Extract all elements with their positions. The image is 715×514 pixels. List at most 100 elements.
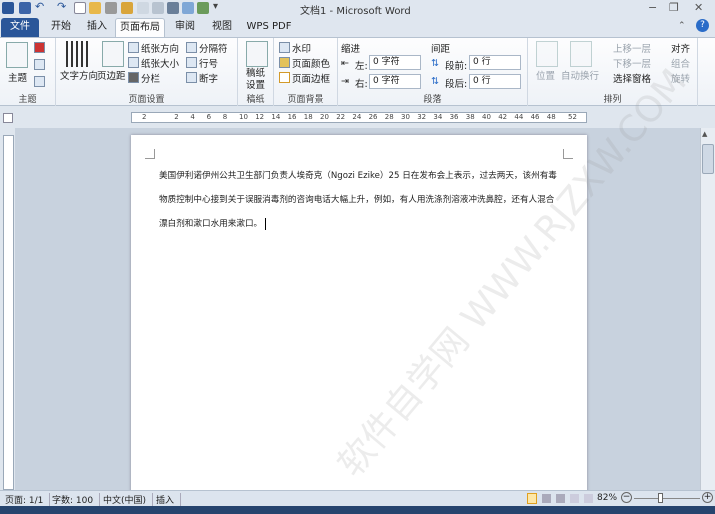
web-layout-icon[interactable] xyxy=(556,494,565,503)
hyphenation-button[interactable]: 断字 xyxy=(199,71,218,85)
email-icon[interactable] xyxy=(152,2,164,14)
align-button[interactable]: 对齐 xyxy=(671,41,690,55)
text-line[interactable]: 物质控制中心接到关于误服消毒剂的咨询电话大幅上升，例如，有人用洗涤剂溶液冲洗鼻腔… xyxy=(159,193,554,205)
zoom-slider[interactable] xyxy=(634,498,700,499)
indent-left-input[interactable]: 0 字符 xyxy=(369,55,421,70)
vertical-scrollbar[interactable]: ▲ xyxy=(700,128,715,490)
breaks-button[interactable]: 分隔符 xyxy=(199,41,228,55)
close-button[interactable]: ✕ xyxy=(694,1,703,14)
ruler-tick-label: 34 xyxy=(433,113,443,121)
edit-icon[interactable] xyxy=(182,2,194,14)
spelling-icon[interactable] xyxy=(167,2,179,14)
zoom-level[interactable]: 82% xyxy=(597,493,617,503)
vertical-ruler[interactable] xyxy=(3,135,14,490)
spacing-after-input[interactable]: 0 行 xyxy=(469,74,521,89)
spacing-after-label: 段后: xyxy=(445,79,468,90)
draft-settings-button[interactable]: 稿纸 设置 xyxy=(246,68,265,92)
line-numbers-button[interactable]: 行号 xyxy=(199,56,218,70)
language[interactable]: 中文(中国) xyxy=(103,493,154,506)
page-color-icon xyxy=(279,57,290,68)
folder-icon[interactable] xyxy=(121,2,133,14)
text-direction-icon[interactable] xyxy=(66,41,88,67)
theme-button[interactable]: 主题 xyxy=(8,70,27,84)
ruler-tick-label: 10 xyxy=(239,113,248,121)
tab-review[interactable]: 审阅 xyxy=(168,18,202,37)
spacing-label: 间距 xyxy=(431,44,451,55)
print-preview-icon[interactable] xyxy=(137,2,149,14)
scroll-thumb[interactable] xyxy=(702,144,714,174)
draft-paper-icon[interactable] xyxy=(246,41,268,67)
theme-icon[interactable] xyxy=(6,42,28,68)
ruler-tick-label: 46 xyxy=(530,113,540,121)
tab-selector-icon[interactable] xyxy=(3,113,13,123)
zoom-slider-thumb[interactable] xyxy=(658,493,663,503)
collapse-ribbon-icon[interactable]: ⌃ xyxy=(678,21,686,31)
zoom-out-icon[interactable]: − xyxy=(621,492,632,503)
insert-mode[interactable]: 插入 xyxy=(156,493,182,506)
text-line[interactable]: 漂白剂和漱口水用来漱口。 xyxy=(159,219,262,229)
redo-icon[interactable]: ↷ xyxy=(57,0,69,13)
diagram-icon[interactable] xyxy=(197,2,209,14)
ruler-tick-label: 40 xyxy=(482,113,491,121)
group-paragraph: 缩进 间距 ⇤ 左: 0 字符 ⇥ 右: 0 字符 ⇅ 段前: 0 行 ⇅ 段后… xyxy=(338,38,528,106)
margins-icon[interactable] xyxy=(102,41,124,67)
draft-view-icon[interactable] xyxy=(584,494,593,503)
tab-page-layout[interactable]: 页面布局 xyxy=(115,18,165,37)
theme-colors-icon[interactable] xyxy=(34,42,45,53)
print-layout-icon[interactable] xyxy=(527,493,537,504)
spacing-before-input[interactable]: 0 行 xyxy=(469,55,521,70)
ruler-tick-label: 18 xyxy=(303,113,313,121)
tab-file[interactable]: 文件 xyxy=(1,18,39,37)
minimize-button[interactable]: − xyxy=(648,1,657,14)
word-count[interactable]: 字数: 100 xyxy=(52,493,101,506)
page-color-button[interactable]: 页面颜色 xyxy=(292,56,330,70)
group-button[interactable]: 组合 xyxy=(671,56,690,70)
zoom-in-icon[interactable]: + xyxy=(702,492,713,503)
ruler-tick-label: 20 xyxy=(320,113,329,121)
size-button[interactable]: 纸张大小 xyxy=(141,56,179,70)
print-icon[interactable] xyxy=(105,2,117,14)
horizontal-ruler[interactable]: 2 2 4 6 8 10 12 14 16 18 20 22 24 26 28 30 32 34 36 38 40 42 4… xyxy=(131,112,587,123)
outline-icon[interactable] xyxy=(570,494,579,503)
text-direction-button[interactable]: 文字方向 xyxy=(60,68,98,82)
wrap-text-button[interactable]: 自动换行 xyxy=(561,68,599,82)
help-icon[interactable]: ? xyxy=(696,19,709,32)
full-screen-icon[interactable] xyxy=(542,494,551,503)
window-title: 文档1 - Microsoft Word xyxy=(300,6,411,17)
page-border-button[interactable]: 页面边框 xyxy=(292,71,330,85)
orientation-button[interactable]: 纸张方向 xyxy=(141,41,179,55)
ruler-tick-label: 52 xyxy=(568,113,577,121)
word-logo-icon xyxy=(2,2,14,14)
group-page-setup: 文字方向 页边距 纸张方向 纸张大小 分栏 分隔符 行号 断字 页面设置 xyxy=(56,38,238,106)
theme-effects-icon[interactable] xyxy=(34,76,45,87)
new-doc-icon[interactable] xyxy=(74,2,86,14)
tab-home[interactable]: 开始 xyxy=(44,18,78,37)
status-bar: 页面: 1/1 字数: 100 中文(中国) 插入 82% − + xyxy=(0,490,715,506)
columns-button[interactable]: 分栏 xyxy=(141,71,160,85)
indent-right-input[interactable]: 0 字符 xyxy=(369,74,421,89)
scroll-up-icon[interactable]: ▲ xyxy=(702,130,707,138)
position-button[interactable]: 位置 xyxy=(536,68,555,82)
text-line-last[interactable]: 漂白剂和漱口水用来漱口。 xyxy=(159,217,267,230)
taskbar xyxy=(0,506,715,514)
customize-qa-icon[interactable]: ▾ xyxy=(213,1,225,13)
ruler-tick-label: 48 xyxy=(546,113,556,121)
open-icon[interactable] xyxy=(89,2,101,14)
bring-forward-button[interactable]: 上移一层 xyxy=(613,41,651,55)
theme-fonts-icon[interactable] xyxy=(34,59,45,70)
save-icon[interactable] xyxy=(19,2,31,14)
indent-right-label: 右: xyxy=(355,79,368,90)
size-icon xyxy=(128,57,139,68)
tab-view[interactable]: 视图 xyxy=(205,18,239,37)
tab-insert[interactable]: 插入 xyxy=(80,18,114,37)
margins-button[interactable]: 页边距 xyxy=(97,68,126,82)
page-count[interactable]: 页面: 1/1 xyxy=(5,493,51,506)
text-line[interactable]: 美国伊利诺伊州公共卫生部门负责人埃奇克（Ngozi Ezike）25 日在发布会… xyxy=(159,169,557,181)
tab-wps-pdf[interactable]: WPS PDF xyxy=(243,18,295,37)
text-cursor xyxy=(265,217,267,230)
spacing-before-icon: ⇅ xyxy=(431,58,439,69)
document-page[interactable]: 软件自学网 WWW.RJZXW.COM 美国伊利诺伊州公共卫生部门负责人埃奇克（… xyxy=(131,62,695,495)
watermark-button[interactable]: 水印 xyxy=(292,41,311,55)
undo-icon[interactable]: ↶ xyxy=(35,0,47,13)
restore-button[interactable]: ❐ xyxy=(669,1,679,14)
